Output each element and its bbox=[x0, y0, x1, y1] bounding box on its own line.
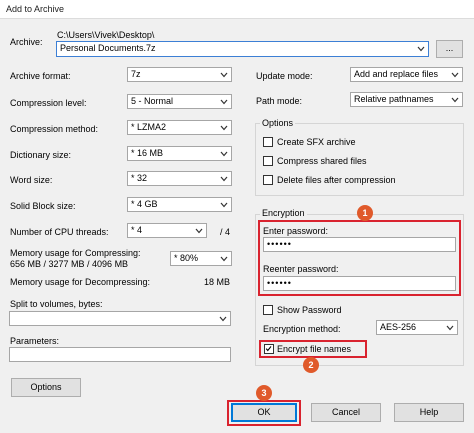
encrypt-file-names-checkbox[interactable] bbox=[264, 344, 274, 354]
cpu-threads-label: Number of CPU threads: bbox=[10, 227, 109, 237]
update-mode-value: Add and replace files bbox=[354, 69, 439, 79]
dictionary-size-value: * 16 MB bbox=[131, 148, 164, 158]
delete-after-label: Delete files after compression bbox=[277, 175, 396, 185]
encryption-method-label: Encryption method: bbox=[263, 324, 341, 334]
archive-format-select[interactable]: 7z bbox=[127, 67, 232, 82]
options-group-title: Options bbox=[260, 118, 296, 128]
callout-badge-3: 3 bbox=[256, 385, 272, 401]
update-mode-select[interactable]: Add and replace files bbox=[350, 67, 463, 82]
reenter-password-label: Reenter password: bbox=[263, 264, 339, 274]
archive-name-value: Personal Documents.7z bbox=[60, 43, 156, 53]
browse-button[interactable]: ... bbox=[436, 40, 463, 58]
compression-method-value: * LZMA2 bbox=[131, 122, 167, 132]
create-sfx-checkbox[interactable] bbox=[263, 137, 273, 147]
chevron-down-icon bbox=[220, 256, 228, 262]
memory-compress-detail: 656 MB / 3277 MB / 4096 MB bbox=[10, 259, 129, 269]
encryption-method-value: AES-256 bbox=[380, 322, 417, 332]
update-mode-label: Update mode: bbox=[256, 71, 313, 81]
chevron-down-icon bbox=[220, 202, 228, 208]
chevron-down-icon bbox=[451, 97, 459, 103]
split-volumes-combo[interactable] bbox=[9, 311, 231, 326]
dictionary-size-label: Dictionary size: bbox=[10, 150, 72, 160]
cpu-threads-max: / 4 bbox=[220, 227, 231, 237]
solid-block-size-select[interactable]: * 4 GB bbox=[127, 197, 232, 212]
cancel-button[interactable]: Cancel bbox=[311, 403, 381, 422]
compression-level-select[interactable]: 5 - Normal bbox=[127, 94, 232, 109]
compression-level-value: 5 - Normal bbox=[131, 96, 174, 106]
encryption-group-title: Encryption bbox=[260, 208, 307, 218]
parameters-input[interactable] bbox=[9, 347, 231, 362]
split-volumes-label: Split to volumes, bytes: bbox=[10, 299, 103, 309]
cpu-threads-select[interactable]: * 4 bbox=[127, 223, 207, 238]
archive-label: Archive: bbox=[10, 37, 43, 47]
archive-path: C:\Users\Vivek\Desktop\ bbox=[57, 30, 155, 40]
chevron-down-icon bbox=[446, 325, 454, 331]
compression-method-select[interactable]: * LZMA2 bbox=[127, 120, 232, 135]
encrypt-file-names-label: Encrypt file names bbox=[277, 344, 352, 354]
show-password-label: Show Password bbox=[277, 305, 342, 315]
enter-password-input[interactable]: •••••• bbox=[263, 237, 456, 252]
chevron-down-icon bbox=[417, 46, 425, 52]
word-size-select[interactable]: * 32 bbox=[127, 171, 232, 186]
memory-compress-label: Memory usage for Compressing: bbox=[10, 248, 141, 258]
compress-shared-checkbox[interactable] bbox=[263, 156, 273, 166]
chevron-down-icon bbox=[220, 72, 228, 78]
dictionary-size-select[interactable]: * 16 MB bbox=[127, 146, 232, 161]
path-mode-label: Path mode: bbox=[256, 96, 303, 106]
chevron-down-icon bbox=[220, 125, 228, 131]
cpu-threads-value: * 4 bbox=[131, 225, 143, 235]
chevron-down-icon bbox=[451, 72, 459, 78]
chevron-down-icon bbox=[219, 316, 227, 322]
callout-badge-1: 1 bbox=[357, 205, 373, 221]
word-size-label: Word size: bbox=[10, 175, 53, 185]
compression-level-label: Compression level: bbox=[10, 98, 87, 108]
memory-usage-select[interactable]: * 80% bbox=[170, 251, 232, 266]
title-bar: Add to Archive bbox=[0, 0, 474, 19]
path-mode-value: Relative pathnames bbox=[354, 94, 434, 104]
encryption-method-select[interactable]: AES-256 bbox=[376, 320, 458, 335]
window-title: Add to Archive bbox=[6, 4, 65, 14]
chevron-down-icon bbox=[195, 228, 203, 234]
options-button[interactable]: Options bbox=[11, 378, 81, 397]
word-size-value: * 32 bbox=[131, 173, 148, 183]
memory-usage-value: * 80% bbox=[174, 253, 199, 263]
checkmark-icon bbox=[265, 346, 272, 352]
enter-password-label: Enter password: bbox=[263, 226, 329, 236]
callout-badge-2: 2 bbox=[303, 357, 319, 373]
show-password-checkbox[interactable] bbox=[263, 305, 273, 315]
solid-block-size-label: Solid Block size: bbox=[10, 201, 76, 211]
help-button[interactable]: Help bbox=[394, 403, 464, 422]
compress-shared-label: Compress shared files bbox=[277, 156, 367, 166]
archive-format-label: Archive format: bbox=[10, 71, 71, 81]
solid-block-size-value: * 4 GB bbox=[131, 199, 158, 209]
parameters-label: Parameters: bbox=[10, 336, 60, 346]
memory-decompress-label: Memory usage for Decompressing: bbox=[10, 277, 151, 287]
chevron-down-icon bbox=[220, 151, 228, 157]
ok-button[interactable]: OK bbox=[231, 403, 297, 422]
delete-after-checkbox[interactable] bbox=[263, 175, 273, 185]
compression-method-label: Compression method: bbox=[10, 124, 99, 134]
reenter-password-input[interactable]: •••••• bbox=[263, 276, 456, 291]
archive-name-combo[interactable]: Personal Documents.7z bbox=[56, 41, 429, 57]
create-sfx-label: Create SFX archive bbox=[277, 137, 356, 147]
chevron-down-icon bbox=[220, 176, 228, 182]
memory-decompress-value: 18 MB bbox=[204, 277, 231, 287]
chevron-down-icon bbox=[220, 99, 228, 105]
path-mode-select[interactable]: Relative pathnames bbox=[350, 92, 463, 107]
archive-format-value: 7z bbox=[131, 69, 141, 79]
